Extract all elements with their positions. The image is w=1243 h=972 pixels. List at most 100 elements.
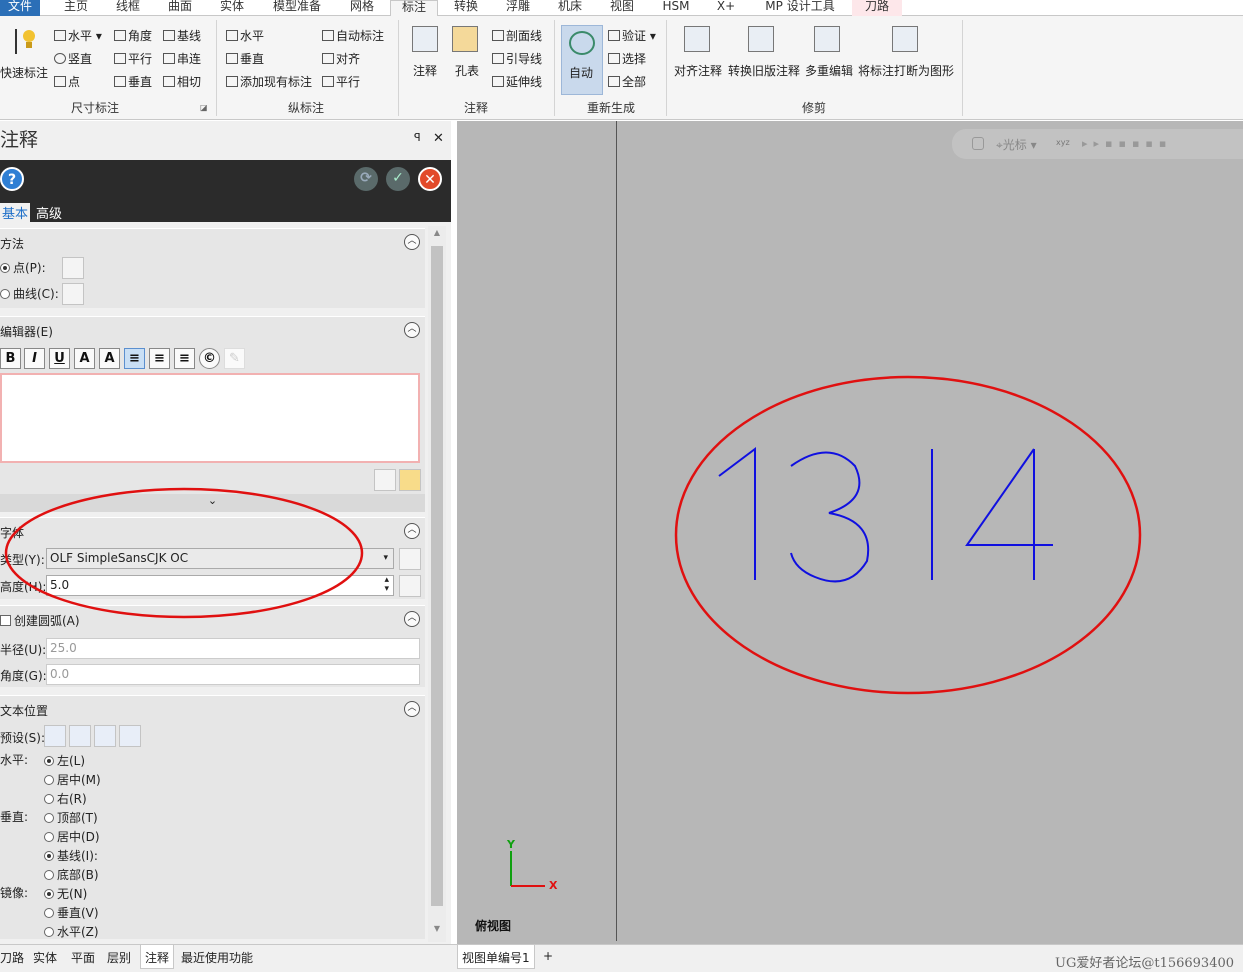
bottom-tab-toolpaths[interactable]: 刀路: [0, 949, 24, 966]
bold-button[interactable]: B: [0, 348, 21, 369]
witness-line-button[interactable]: 延伸线: [492, 75, 542, 89]
h-left-radio[interactable]: 左(L): [44, 752, 85, 769]
v-bottom-radio[interactable]: 底部(B): [44, 866, 99, 883]
note-text-area[interactable]: [0, 373, 420, 463]
tab-machine[interactable]: 机床: [550, 0, 590, 16]
preset-1-icon[interactable]: [44, 725, 66, 747]
dim-tangent-button[interactable]: 相切: [163, 75, 201, 89]
panel-scrollbar[interactable]: ▲ ▼: [428, 226, 446, 942]
pointer-select-icon[interactable]: [62, 283, 84, 305]
pick-height-icon[interactable]: [399, 575, 421, 597]
point-radio[interactable]: 点(P):: [0, 259, 46, 276]
help-icon[interactable]: ?: [0, 167, 24, 191]
crosshair-select-icon[interactable]: [62, 257, 84, 279]
collapse-icon[interactable]: ︿: [404, 523, 420, 539]
scroll-thumb[interactable]: [431, 246, 443, 906]
v-baseline-radio[interactable]: 基线(I):: [44, 847, 98, 864]
h-right-radio[interactable]: 右(R): [44, 790, 87, 807]
ord-auto-button[interactable]: 自动标注: [322, 29, 384, 43]
align-notes-button[interactable]: 对齐注释: [674, 64, 722, 78]
copyright-icon[interactable]: ©: [199, 348, 220, 369]
m-horizontal-radio[interactable]: 水平(Z): [44, 923, 99, 940]
auto-regenerate-button[interactable]: 自动: [561, 25, 603, 95]
bottom-tab-levels[interactable]: 层别: [107, 949, 131, 966]
h-center-radio[interactable]: 居中(M): [44, 771, 101, 788]
group-launcher-icon[interactable]: ◪: [200, 101, 208, 115]
m-vertical-radio[interactable]: 垂直(V): [44, 904, 99, 921]
align-left-icon[interactable]: ≡: [124, 348, 145, 369]
tab-convert[interactable]: 转换: [446, 0, 486, 16]
hole-table-button[interactable]: 孔表: [455, 64, 479, 78]
dim-angle-button[interactable]: 角度: [114, 29, 152, 43]
v-center-radio[interactable]: 居中(D): [44, 828, 100, 845]
align-right-icon[interactable]: ≡: [174, 348, 195, 369]
align-center-icon[interactable]: ≡: [149, 348, 170, 369]
tab-surface[interactable]: 曲面: [160, 0, 200, 16]
v-top-radio[interactable]: 顶部(T): [44, 809, 98, 826]
preset-2-icon[interactable]: [69, 725, 91, 747]
dim-parallel-button[interactable]: 平行: [114, 52, 152, 66]
tab-file[interactable]: 文件: [0, 0, 40, 16]
dim-baseline-button[interactable]: 基线: [163, 29, 201, 43]
viewsheet-tab-1[interactable]: 视图单编号1: [457, 945, 535, 969]
dim-chain-button[interactable]: 串连: [163, 52, 201, 66]
curve-radio[interactable]: 曲线(C):: [0, 285, 59, 302]
convert-legacy-button[interactable]: 转换旧版注释: [728, 64, 800, 78]
preset-4-icon[interactable]: [119, 725, 141, 747]
scroll-up-icon[interactable]: ▲: [430, 228, 444, 242]
angle-input[interactable]: 0.0: [46, 664, 420, 685]
quick-dimension-button[interactable]: 快速标注: [0, 66, 48, 80]
leader-button[interactable]: 引导线: [492, 52, 542, 66]
dim-perpendicular-button[interactable]: 垂直: [114, 75, 152, 89]
collapse-icon[interactable]: ︿: [404, 611, 420, 627]
ok-create-icon[interactable]: ⟳: [354, 167, 378, 191]
tab-mp-design[interactable]: MP 设计工具: [754, 0, 846, 16]
bottom-tab-note[interactable]: 注释: [140, 945, 175, 969]
bottom-tab-recent[interactable]: 最近使用功能: [181, 949, 253, 966]
ord-align-button[interactable]: 对齐: [322, 52, 360, 66]
ord-parallel-button[interactable]: 平行: [322, 75, 360, 89]
tab-view[interactable]: 视图: [602, 0, 642, 16]
multi-edit-button[interactable]: 多重编辑: [805, 64, 853, 78]
scroll-down-icon[interactable]: ▼: [430, 924, 444, 938]
bottom-tab-solids[interactable]: 实体: [33, 949, 57, 966]
panel-close-button[interactable]: ✕: [433, 131, 444, 146]
spinner-icon[interactable]: ▴ ▾: [384, 576, 389, 594]
note-button[interactable]: 注释: [413, 64, 437, 78]
tab-mesh[interactable]: 网格: [342, 0, 382, 16]
verify-button[interactable]: 验证 ▾: [608, 29, 656, 43]
edit-note-icon[interactable]: ✎: [224, 348, 245, 369]
tab-home[interactable]: 主页: [56, 0, 96, 16]
m-none-radio[interactable]: 无(N): [44, 885, 87, 902]
radius-input[interactable]: 25.0: [46, 638, 420, 659]
add-viewsheet-button[interactable]: +: [543, 949, 553, 963]
preset-3-icon[interactable]: [94, 725, 116, 747]
tab-xplus[interactable]: X+: [708, 0, 744, 16]
collapse-icon[interactable]: ︿: [404, 234, 420, 250]
tab-hsm[interactable]: HSM: [656, 0, 696, 16]
select-button[interactable]: 选择: [608, 52, 646, 66]
tab-dimension[interactable]: 标注: [390, 0, 438, 17]
ord-vertical-button[interactable]: 垂直: [226, 52, 264, 66]
boxed-font-button[interactable]: A: [99, 348, 120, 369]
tab-toolpaths[interactable]: 刀路: [852, 0, 902, 16]
break-to-geometry-button[interactable]: 将标注打断为图形: [858, 64, 954, 78]
ord-add-existing-button[interactable]: 添加现有标注: [226, 75, 312, 89]
bottom-tab-planes[interactable]: 平面: [71, 949, 95, 966]
hatch-button[interactable]: 剖面线: [492, 29, 542, 43]
outline-font-button[interactable]: A: [74, 348, 95, 369]
open-file-icon[interactable]: [399, 469, 421, 491]
tab-advanced[interactable]: 高级: [34, 203, 64, 222]
pin-icon[interactable]: ꟼ: [414, 131, 421, 144]
collapse-icon[interactable]: ︿: [404, 322, 420, 338]
dim-point-button[interactable]: 点: [54, 75, 80, 89]
font-dialog-icon[interactable]: [399, 548, 421, 570]
dim-horizontal-button[interactable]: 水平 ▾: [54, 29, 102, 43]
cancel-icon[interactable]: ✕: [418, 167, 442, 191]
all-button[interactable]: 全部: [608, 75, 646, 89]
tab-solid[interactable]: 实体: [212, 0, 252, 16]
italic-button[interactable]: I: [24, 348, 45, 369]
tab-relief[interactable]: 浮雕: [498, 0, 538, 16]
ord-horizontal-button[interactable]: 水平: [226, 29, 264, 43]
tab-model-prep[interactable]: 模型准备: [266, 0, 328, 16]
